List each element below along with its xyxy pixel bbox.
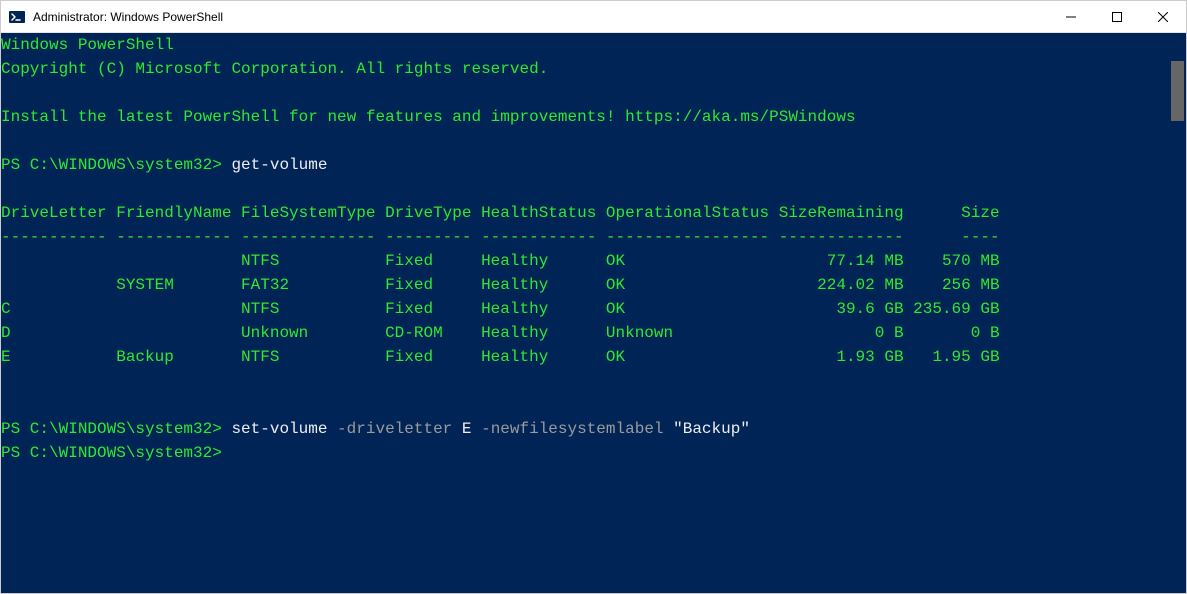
maximize-button[interactable] — [1094, 1, 1140, 32]
scrollbar-thumb[interactable] — [1171, 61, 1184, 121]
terminal-output[interactable]: Windows PowerShell Copyright (C) Microso… — [1, 33, 1169, 593]
minimize-button[interactable] — [1048, 1, 1094, 32]
console-area: Windows PowerShell Copyright (C) Microso… — [1, 33, 1186, 593]
powershell-window: Administrator: Windows PowerShell Window… — [0, 0, 1187, 594]
powershell-icon — [9, 9, 25, 25]
window-title: Administrator: Windows PowerShell — [33, 10, 1048, 24]
titlebar[interactable]: Administrator: Windows PowerShell — [1, 1, 1186, 33]
window-controls — [1048, 1, 1186, 32]
close-button[interactable] — [1140, 1, 1186, 32]
scrollbar[interactable] — [1169, 33, 1186, 593]
